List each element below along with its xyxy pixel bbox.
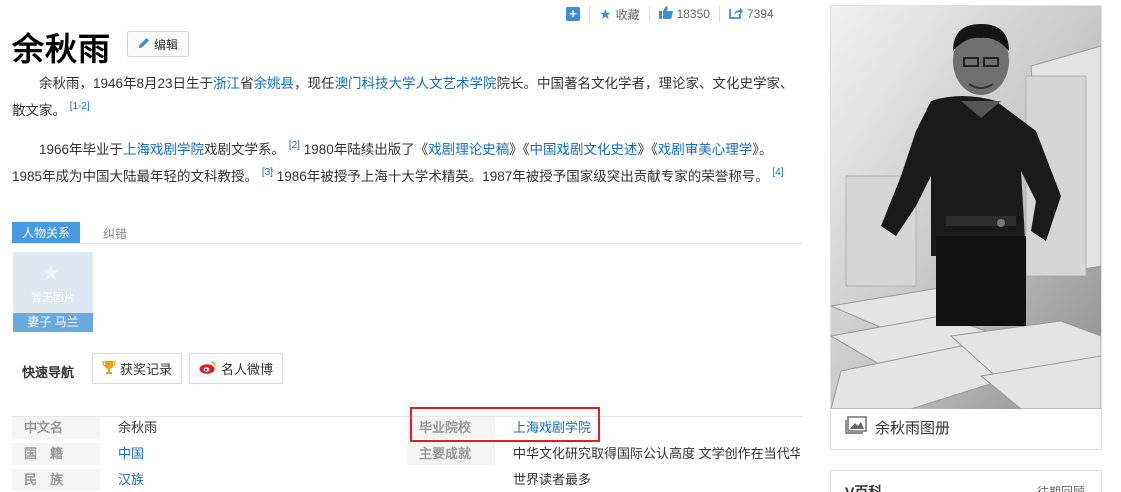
- v-baike-title: V百科: [845, 484, 883, 492]
- edit-button[interactable]: 编辑: [127, 31, 189, 57]
- portrait-photo[interactable]: [831, 6, 1101, 409]
- quick-nav-label: 快速导航: [22, 365, 75, 380]
- info-label: 国 籍: [12, 443, 100, 465]
- thumbs-up-icon: [658, 6, 673, 22]
- correct-link[interactable]: 纠错: [103, 225, 127, 242]
- reference-link[interactable]: [4]: [773, 167, 784, 178]
- like-count: 18350: [676, 7, 710, 21]
- info-value: 世界读者最多: [513, 472, 592, 487]
- share-button[interactable]: 7394: [718, 6, 783, 22]
- trophy-icon: [102, 360, 116, 377]
- career-text: 1966年毕业于: [39, 142, 124, 157]
- info-value: 中华文化研究取得国际公认高度 文学创作在当代华文: [513, 446, 800, 461]
- link-shanghai-theatre-academy[interactable]: 上海戏剧学院: [123, 142, 204, 157]
- relation-card[interactable]: ★ 暂无图片 妻子 马兰: [13, 252, 93, 332]
- tab-relations[interactable]: 人物关系: [12, 222, 81, 244]
- weibo-button[interactable]: 名人微博: [189, 353, 284, 384]
- star-icon: ★: [599, 5, 612, 22]
- page-title: 余秋雨: [12, 30, 112, 68]
- link-book-1[interactable]: 戏剧理论史稿: [428, 142, 509, 157]
- past-review-link[interactable]: 往期回顾: [1037, 483, 1085, 492]
- career-text: 戏剧文学系。: [204, 142, 286, 157]
- edit-label: 编辑: [153, 37, 178, 52]
- weibo-icon: [199, 360, 217, 377]
- placeholder-image-icon: ★: [41, 260, 61, 285]
- career-text: 1980年陆续出版了《: [299, 142, 429, 157]
- link-macau-university[interactable]: 澳门科技大学人文艺术学院: [335, 76, 497, 91]
- highlight-box: [410, 407, 600, 442]
- link-book-3[interactable]: 戏剧审美心理学: [658, 142, 753, 157]
- link-yuyao[interactable]: 余姚县: [254, 76, 295, 91]
- intro-paragraph: 余秋雨，1946年8月23日生于浙江省余姚县，现任澳门科技大学人文艺术学院院长。…: [12, 72, 802, 122]
- intro-text: 省: [240, 76, 254, 91]
- add-button[interactable]: +: [566, 6, 589, 22]
- action-bar: + ★ 收藏 18350 7394: [566, 5, 783, 23]
- like-button[interactable]: 18350: [648, 6, 719, 22]
- share-count: 7394: [746, 7, 774, 21]
- reference-link[interactable]: [2]: [289, 140, 300, 151]
- career-text: 1986年被授予上海十大学术精英。1987年被授予国家级突出贡献专家的荣誉称号。: [272, 169, 769, 184]
- awards-label: 获奖记录: [120, 362, 173, 377]
- pencil-icon: [138, 37, 150, 52]
- plus-icon: +: [566, 7, 580, 21]
- photo-card[interactable]: 余秋雨图册: [830, 5, 1102, 450]
- relation-caption: 妻子 马兰: [13, 313, 93, 332]
- info-value: 余秋雨: [118, 420, 158, 435]
- career-paragraph: 1966年毕业于上海戏剧学院戏剧文学系。 [2] 1980年陆续出版了《戏剧理论…: [12, 134, 802, 188]
- link-book-2[interactable]: 中国戏剧文化史述: [529, 142, 637, 157]
- info-label: 主要成就: [407, 443, 495, 465]
- favorite-label: 收藏: [615, 7, 640, 22]
- share-icon: [729, 6, 743, 22]
- intro-text: ，现任: [294, 76, 335, 91]
- link-nationality[interactable]: 中国: [118, 443, 144, 465]
- intro-text: 余秋雨，1946年8月23日生于: [39, 76, 214, 91]
- info-label: 民 族: [12, 469, 100, 491]
- link-ethnicity[interactable]: 汉族: [118, 469, 144, 491]
- v-baike-card: V百科 往期回顾: [830, 470, 1102, 492]
- favorite-button[interactable]: ★ 收藏: [589, 6, 649, 22]
- reference-link[interactable]: [1-2]: [70, 101, 90, 112]
- gallery-icon: [845, 416, 867, 438]
- album-link[interactable]: 余秋雨图册: [845, 416, 950, 438]
- link-zhejiang[interactable]: 浙江: [213, 76, 240, 91]
- album-label: 余秋雨图册: [875, 419, 951, 437]
- reference-link[interactable]: [3]: [262, 167, 273, 178]
- info-label: 中文名: [12, 417, 100, 439]
- weibo-label: 名人微博: [221, 362, 274, 377]
- career-text: 》《: [509, 142, 530, 157]
- career-text: 》《: [637, 142, 658, 157]
- divider: [12, 243, 802, 244]
- awards-button[interactable]: 获奖记录: [92, 353, 183, 384]
- no-image-text: 暂无图片: [31, 292, 75, 304]
